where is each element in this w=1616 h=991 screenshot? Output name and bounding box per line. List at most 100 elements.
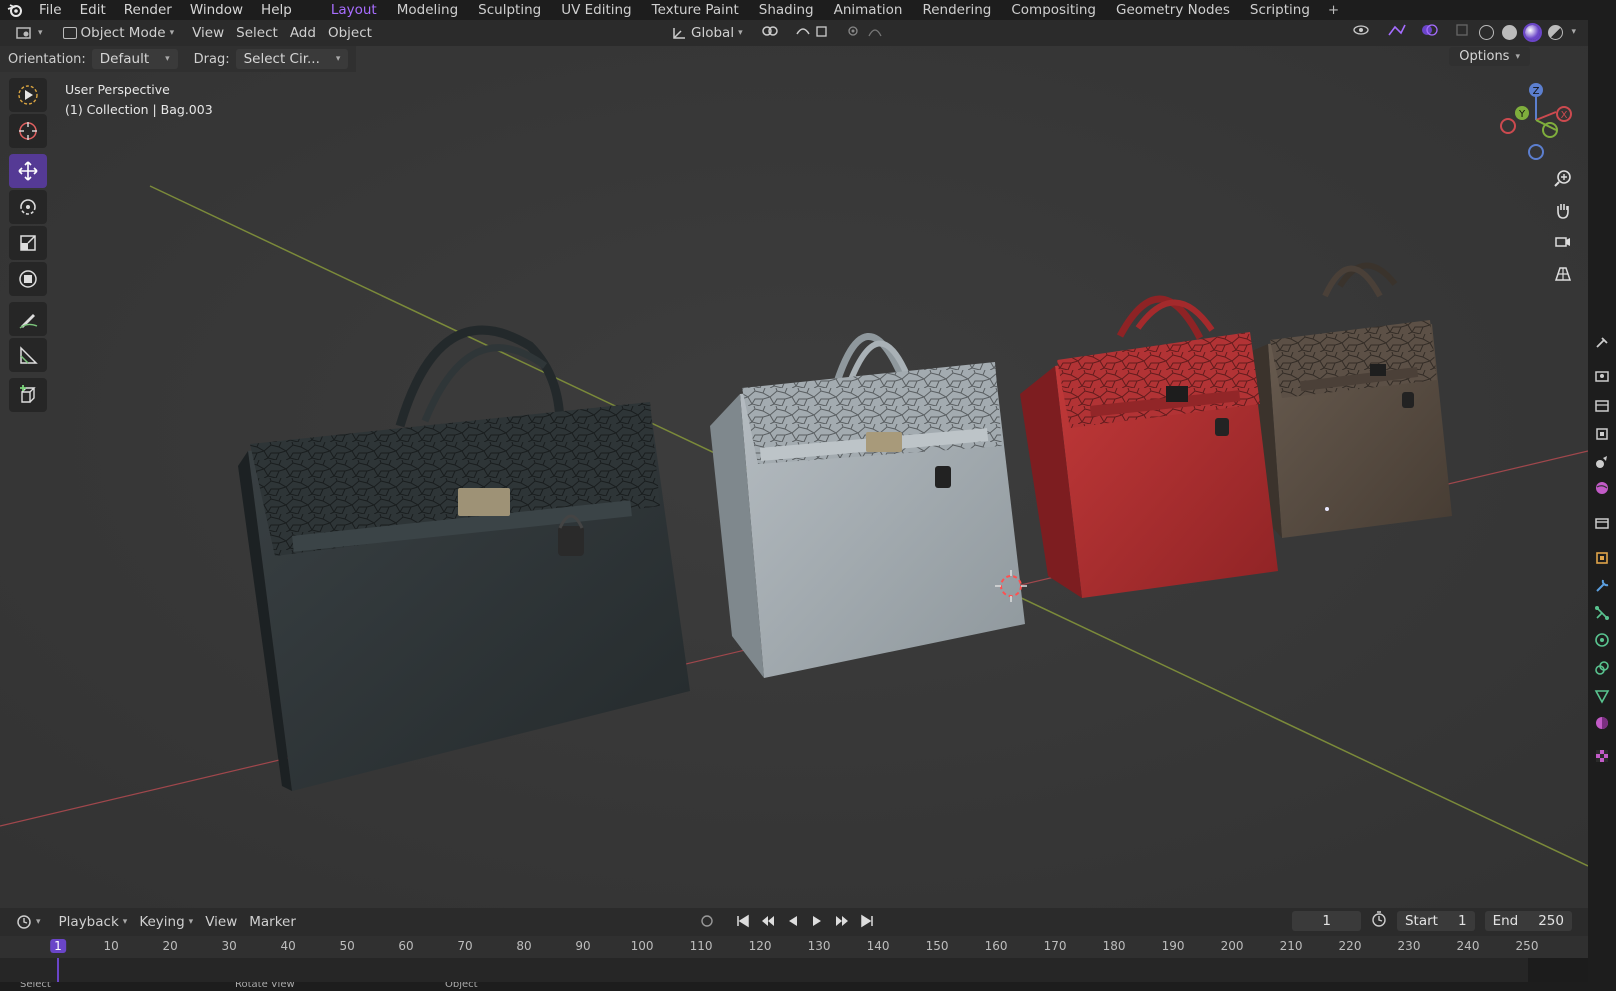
play-reverse-icon[interactable] (786, 914, 800, 932)
annotate-tool-button[interactable] (9, 302, 47, 336)
timeline-ruler[interactable]: 1 10 20 30 40 50 60 70 80 90 100 110 120 130 140 150 160… (0, 936, 1588, 958)
stopwatch-icon[interactable] (1371, 911, 1387, 931)
solid-shading-icon[interactable] (1502, 24, 1518, 40)
add-cube-icon (20, 385, 36, 403)
grey-bag[interactable] (710, 333, 1025, 678)
texture-properties-icon[interactable] (1594, 748, 1610, 764)
add-workspace-button[interactable]: + (1320, 1, 1347, 19)
pivot-point-icon[interactable] (761, 24, 783, 42)
menu-help[interactable]: Help (252, 1, 301, 19)
end-frame-field[interactable]: End 250 (1484, 911, 1572, 931)
overlays-icon[interactable] (1421, 23, 1447, 41)
snap-icon[interactable] (795, 24, 835, 42)
gizmo-toggle-icon[interactable] (1387, 23, 1413, 41)
tab-sculpting[interactable]: Sculpting (468, 1, 551, 19)
render-properties-icon[interactable] (1594, 368, 1610, 384)
object-origin-dot (1325, 507, 1329, 511)
perspective-label: User Perspective (65, 82, 170, 97)
object-menu[interactable]: Object (322, 23, 378, 43)
proportional-editing-icon[interactable] (847, 24, 891, 42)
ruler-tick-label: 220 (1338, 939, 1362, 953)
timeline-editor-type-button[interactable]: ▾ (10, 912, 47, 932)
jump-end-icon[interactable] (860, 914, 874, 932)
output-properties-icon[interactable] (1594, 398, 1610, 414)
start-frame-field[interactable]: Start 1 (1396, 911, 1475, 931)
tab-shading[interactable]: Shading (749, 1, 824, 19)
select-menu[interactable]: Select (230, 23, 284, 43)
tab-compositing[interactable]: Compositing (1001, 1, 1106, 19)
tab-scripting[interactable]: Scripting (1240, 1, 1320, 19)
cursor-tool-button[interactable] (9, 114, 47, 148)
rotate-icon (20, 199, 36, 215)
xray-icon[interactable] (1455, 23, 1471, 41)
frame-controls: 1 Start 1 End 250 (1292, 911, 1572, 931)
tab-uv-editing[interactable]: UV Editing (551, 1, 641, 19)
measure-tool-button[interactable] (9, 338, 47, 372)
scale-tool-button[interactable] (9, 226, 47, 260)
rendered-shading-icon[interactable] (1548, 24, 1564, 40)
ruler-tick-label: 20 (162, 939, 178, 953)
transform-orientation-dropdown[interactable]: Global ▾ (665, 23, 749, 43)
transform-tool-button[interactable] (9, 262, 47, 296)
auto-keying-icon[interactable] (700, 914, 726, 932)
tool-properties-icon[interactable] (1594, 335, 1610, 351)
rotate-tool-button[interactable] (9, 190, 47, 224)
physics-properties-icon[interactable] (1594, 632, 1610, 648)
ruler-tick-label: 70 (457, 939, 473, 953)
tab-modeling[interactable]: Modeling (387, 1, 468, 19)
object-properties-icon[interactable] (1594, 550, 1610, 566)
editor-type-button[interactable]: ▾ (10, 24, 49, 42)
playback-menu[interactable]: Playback ▾ (53, 912, 134, 932)
drag-dropdown[interactable]: Select Cir... ▾ (235, 49, 349, 69)
timeline-track[interactable] (0, 958, 1588, 982)
add-cube-tool-button[interactable] (9, 378, 47, 412)
particles-properties-icon[interactable] (1594, 605, 1610, 621)
view-menu[interactable]: View (186, 23, 230, 43)
menu-file[interactable]: File (30, 1, 71, 19)
tab-texture-paint[interactable]: Texture Paint (642, 1, 749, 19)
constraints-properties-icon[interactable] (1594, 660, 1610, 676)
zoom-icon[interactable] (1550, 165, 1576, 191)
collection-properties-icon[interactable] (1594, 515, 1610, 531)
tab-layout[interactable]: Layout (321, 1, 387, 19)
world-properties-icon[interactable] (1594, 480, 1610, 496)
timeline-view-menu[interactable]: View (199, 912, 243, 932)
add-menu[interactable]: Add (284, 23, 322, 43)
jump-keyframe-forward-icon[interactable] (834, 914, 850, 932)
perspective-toggle-icon[interactable] (1550, 261, 1576, 287)
current-frame-marker[interactable]: 1 (50, 939, 66, 953)
menu-window[interactable]: Window (181, 1, 252, 19)
object-mode-dropdown[interactable]: Object Mode ▾ (57, 23, 181, 43)
camera-view-icon[interactable] (1550, 229, 1576, 255)
move-tool-button[interactable] (9, 154, 47, 188)
keying-menu[interactable]: Keying ▾ (133, 912, 199, 932)
view-layer-properties-icon[interactable] (1594, 426, 1610, 442)
modifier-properties-icon[interactable] (1594, 578, 1610, 594)
tab-rendering[interactable]: Rendering (912, 1, 1001, 19)
orientation-dropdown[interactable]: Default ▾ (91, 49, 178, 69)
current-frame-field[interactable]: 1 (1292, 911, 1361, 931)
tab-geometry-nodes[interactable]: Geometry Nodes (1106, 1, 1240, 19)
material-properties-icon[interactable] (1594, 715, 1610, 731)
tab-animation[interactable]: Animation (824, 1, 913, 19)
visibility-icon[interactable] (1353, 23, 1379, 41)
ruler-tick-label: 140 (866, 939, 890, 953)
select-tool-button[interactable] (9, 78, 47, 112)
menu-edit[interactable]: Edit (71, 1, 115, 19)
navigation-gizmo[interactable]: Z Y X (1496, 80, 1576, 160)
material-preview-icon[interactable] (1523, 22, 1543, 42)
3d-viewport[interactable] (0, 46, 1588, 908)
ruler-tick-label: 90 (575, 939, 591, 953)
marker-menu[interactable]: Marker (243, 912, 302, 932)
shading-options-icon[interactable]: ▾ (1571, 27, 1576, 37)
pan-hand-icon[interactable] (1550, 197, 1576, 223)
jump-start-icon[interactable] (736, 914, 750, 932)
wireframe-shading-icon[interactable] (1479, 24, 1495, 40)
data-properties-icon[interactable] (1594, 688, 1610, 704)
jump-keyframe-back-icon[interactable] (760, 914, 776, 932)
scene-properties-icon[interactable] (1594, 454, 1610, 470)
menu-render[interactable]: Render (115, 1, 181, 19)
blender-logo-icon[interactable] (0, 0, 30, 20)
options-dropdown[interactable]: Options ▾ (1449, 47, 1530, 66)
play-icon[interactable] (810, 914, 824, 932)
